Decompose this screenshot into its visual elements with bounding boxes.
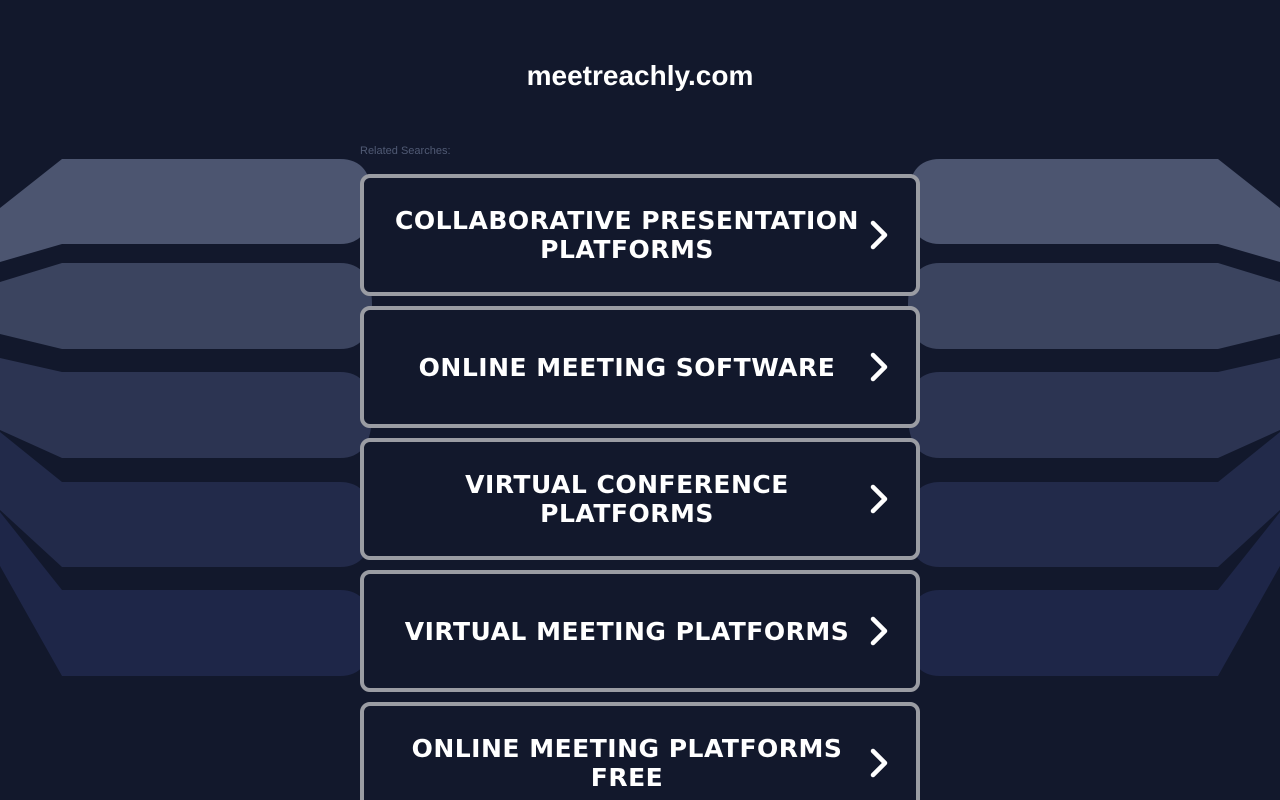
parked-domain-page: meetreachly.com Related Searches: COLLAB… xyxy=(0,0,1280,800)
domain-title: meetreachly.com xyxy=(526,60,754,91)
related-searches-label: Related Searches: xyxy=(360,145,451,157)
related-link-label: ONLINE MEETING PLATFORMS FREE xyxy=(411,734,843,792)
related-link-3[interactable]: VIRTUAL MEETING PLATFORMS xyxy=(360,570,920,692)
chevron-right-icon xyxy=(870,352,888,382)
related-link-4[interactable]: ONLINE MEETING PLATFORMS FREE xyxy=(360,702,920,800)
related-link-1[interactable]: ONLINE MEETING SOFTWARE xyxy=(360,306,920,428)
related-links-list: COLLABORATIVE PRESENTATION PLATFORMS ONL… xyxy=(360,174,920,800)
related-link-label: VIRTUAL CONFERENCE PLATFORMS xyxy=(465,470,789,528)
right-decoration xyxy=(908,159,1280,676)
related-link-0[interactable]: COLLABORATIVE PRESENTATION PLATFORMS xyxy=(360,174,920,296)
related-link-label: COLLABORATIVE PRESENTATION PLATFORMS xyxy=(395,206,859,264)
chevron-right-icon xyxy=(870,748,888,778)
related-link-label: VIRTUAL MEETING PLATFORMS xyxy=(404,616,850,646)
chevron-right-icon xyxy=(870,220,888,250)
left-decoration xyxy=(0,159,372,676)
chevron-right-icon xyxy=(870,616,888,646)
related-link-label: ONLINE MEETING SOFTWARE xyxy=(418,352,836,382)
chevron-right-icon xyxy=(870,484,888,514)
related-link-2[interactable]: VIRTUAL CONFERENCE PLATFORMS xyxy=(360,438,920,560)
